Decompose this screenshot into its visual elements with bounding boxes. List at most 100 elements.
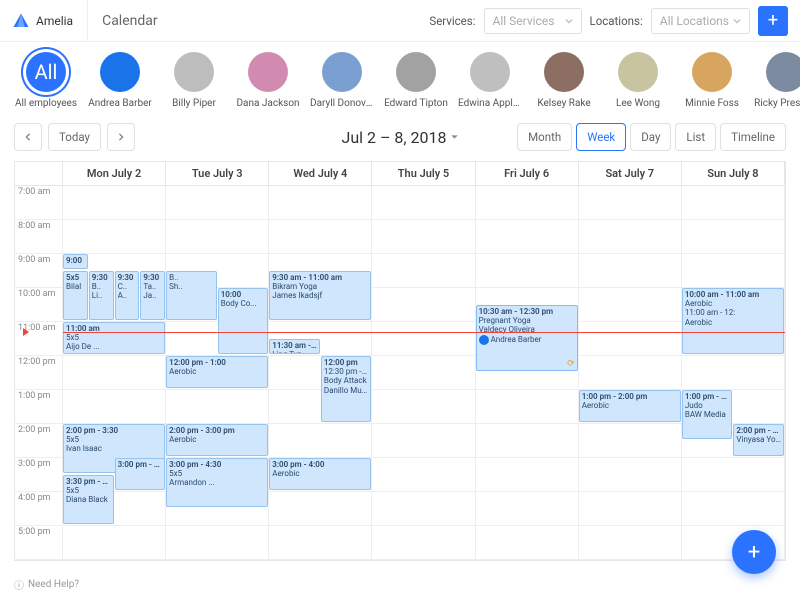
calendar-event[interactable]: 10:00Body Co... bbox=[218, 288, 269, 354]
calendar-event[interactable]: 1:00 pm - 2:00 pmAerobic bbox=[579, 390, 681, 422]
event-people: Li.. bbox=[92, 291, 111, 300]
event-people: Ja.. bbox=[143, 291, 162, 300]
calendar-event[interactable]: 12:00 pm12:30 pm - 2:Body AttackDanillo … bbox=[321, 356, 372, 422]
caret-down-icon bbox=[451, 133, 459, 141]
employee-filter-label: All employees bbox=[14, 98, 78, 109]
help-icon: ⓘ bbox=[14, 577, 24, 592]
calendar-event[interactable]: 11:30 am - 1:Ling Typ bbox=[269, 339, 320, 354]
calendar-event[interactable]: 1:00 pm - 2:30JudoBAW Media bbox=[682, 390, 733, 439]
calendar-event[interactable]: 9:00 bbox=[63, 254, 88, 269]
calendar-event[interactable]: 9:30Ta..Ja.. bbox=[140, 271, 165, 320]
event-people: Ivan Isaac bbox=[66, 444, 162, 453]
employee-filter-item[interactable]: Andrea Barber bbox=[88, 52, 152, 109]
event-time: 3:00 pm - 4:30 bbox=[169, 460, 265, 469]
today-button[interactable]: Today bbox=[48, 123, 101, 151]
calendar-event[interactable]: 12:00 pm - 1:00Aerobic bbox=[166, 356, 268, 388]
event-time: 10:00 am - 11:00 am bbox=[685, 290, 781, 299]
employee-filter-item[interactable]: Ricky Pressley bbox=[754, 52, 800, 109]
time-label: 4:00 pm bbox=[15, 492, 62, 526]
employee-filter-item[interactable]: Daryll Donovan bbox=[310, 52, 374, 109]
employee-filter-item[interactable]: Edward Tipton bbox=[384, 52, 448, 109]
event-time: 9:30 bbox=[143, 273, 162, 282]
day-header: Tue July 3 bbox=[166, 162, 269, 185]
calendar-event[interactable]: 3:00 pm - 4:00 bbox=[115, 458, 166, 490]
chevron-down-icon bbox=[733, 17, 741, 25]
employee-filter-label: Lee Wong bbox=[606, 98, 670, 109]
employee-filter-label: Ricky Pressley bbox=[754, 98, 800, 109]
employee-filter-item[interactable]: Minnie Foss bbox=[680, 52, 744, 109]
calendar-event[interactable]: 3:30 pm - 5:005x5Diana Black bbox=[63, 475, 114, 524]
event-time: 12:00 pm - 1:00 bbox=[169, 358, 265, 367]
calendar-event[interactable]: 11:00 am5x5Aijo De ... bbox=[63, 322, 165, 354]
time-label: 7:00 am bbox=[15, 186, 62, 220]
event-time: 9:30 bbox=[118, 273, 137, 282]
add-button[interactable]: + bbox=[758, 6, 788, 36]
help-label: Need Help? bbox=[28, 579, 79, 590]
time-label: 9:00 am bbox=[15, 254, 62, 288]
calendar-event[interactable]: B..Sh.. bbox=[166, 271, 217, 320]
view-button-list[interactable]: List bbox=[675, 123, 716, 151]
calendar-event[interactable]: 9:30C..A.. bbox=[115, 271, 140, 320]
calendar-event[interactable]: 9:30B..Li.. bbox=[89, 271, 114, 320]
chevron-left-icon bbox=[24, 133, 32, 141]
time-label: 10:00 am bbox=[15, 288, 62, 322]
calendar-event[interactable]: 10:30 am - 12:30 pmPregnant YogaValdecy … bbox=[476, 305, 578, 371]
time-label: 11:00 am bbox=[15, 322, 62, 356]
event-extra: Aerobic bbox=[685, 318, 781, 327]
event-assignee: Andrea Barber bbox=[479, 335, 575, 345]
event-title: Ta.. bbox=[143, 282, 162, 291]
avatar bbox=[396, 52, 436, 92]
event-title: Aerobic bbox=[272, 469, 368, 478]
time-label: 12:00 pm bbox=[15, 356, 62, 390]
locations-dropdown[interactable]: All Locations bbox=[651, 8, 750, 34]
employee-filter-item[interactable]: Edwina Applegate bbox=[458, 52, 522, 109]
page-title: Calendar bbox=[88, 13, 158, 29]
calendar-event[interactable]: 9:30 am - 11:00 amBikram YogaJames Ikads… bbox=[269, 271, 371, 320]
employee-filter-label: Andrea Barber bbox=[88, 98, 152, 109]
brand-logo-icon bbox=[12, 12, 30, 30]
need-help-link[interactable]: ⓘ Need Help? bbox=[14, 577, 79, 592]
calendar-event[interactable]: 5x5Bilal bbox=[63, 271, 88, 320]
event-title: Ling Typ bbox=[272, 350, 317, 354]
employee-filter-item[interactable]: Kelsey Rake bbox=[532, 52, 596, 109]
view-button-timeline[interactable]: Timeline bbox=[720, 123, 786, 151]
calendar-event[interactable]: 3:00 pm - 4:305x5Armandon ... bbox=[166, 458, 268, 507]
employee-filter-item[interactable]: Billy Piper bbox=[162, 52, 226, 109]
add-fab-button[interactable]: + bbox=[732, 530, 776, 574]
view-button-month[interactable]: Month bbox=[517, 123, 572, 151]
event-people: Sh.. bbox=[169, 282, 214, 291]
services-dropdown[interactable]: All Services bbox=[484, 8, 582, 34]
next-button[interactable] bbox=[107, 123, 135, 151]
employee-filter-label: Kelsey Rake bbox=[532, 98, 596, 109]
avatar bbox=[544, 52, 584, 92]
calendar-event[interactable]: 2:00 pm - 3:00 pmAerobic bbox=[166, 424, 268, 456]
employee-filter-strip: AllAll employees Andrea Barber Billy Piper… bbox=[0, 42, 800, 117]
employee-filter-label: Edward Tipton bbox=[384, 98, 448, 109]
event-title: 5x5 bbox=[169, 469, 265, 478]
now-indicator-arrow-icon bbox=[23, 328, 29, 336]
calendar-event[interactable]: 3:00 pm - 4:00Aerobic bbox=[269, 458, 371, 490]
calendar-event[interactable]: 2:00 pm - 3:00Vinyasa Yoga bbox=[733, 424, 784, 456]
day-header: Fri July 6 bbox=[476, 162, 579, 185]
event-title: 5x5 bbox=[66, 435, 162, 444]
event-time: 3:00 pm - 4:00 bbox=[272, 460, 368, 469]
event-time: 9:30 bbox=[92, 273, 111, 282]
prev-button[interactable] bbox=[14, 123, 42, 151]
day-events bbox=[372, 186, 475, 560]
day-events: 10:00 am - 11:00 amAerobic11:00 am - 12:… bbox=[682, 186, 785, 560]
event-title: 5x5 bbox=[66, 486, 111, 495]
event-people: Body Attack bbox=[324, 376, 369, 385]
employee-filter-item[interactable]: Dana Jackson bbox=[236, 52, 300, 109]
calendar-event[interactable]: 10:00 am - 11:00 amAerobic11:00 am - 12:… bbox=[682, 288, 784, 354]
locations-label: Locations: bbox=[590, 14, 643, 28]
employee-filter-item[interactable]: Lee Wong bbox=[606, 52, 670, 109]
event-people: Aijo De ... bbox=[66, 342, 162, 351]
event-title: Aerobic bbox=[582, 401, 678, 410]
employee-filter-label: Minnie Foss bbox=[680, 98, 744, 109]
view-button-day[interactable]: Day bbox=[630, 123, 671, 151]
event-people: Armandon ... bbox=[169, 478, 265, 487]
employee-filter-all[interactable]: AllAll employees bbox=[14, 52, 78, 109]
event-title: B.. bbox=[92, 282, 111, 291]
date-range-picker[interactable]: Jul 2 – 8, 2018 bbox=[341, 128, 458, 147]
view-button-week[interactable]: Week bbox=[576, 123, 626, 151]
